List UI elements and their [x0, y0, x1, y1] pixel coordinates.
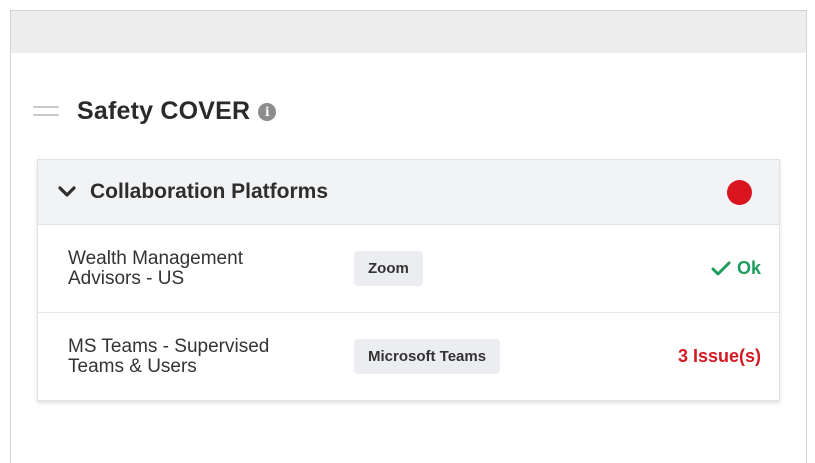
collaboration-platforms-card: Collaboration Platforms Wealth Managemen…: [37, 159, 780, 401]
status-indicator-dot: [727, 180, 752, 205]
section-header[interactable]: Collaboration Platforms: [38, 160, 779, 225]
table-row[interactable]: Wealth Management Advisors - US Zoom Ok: [38, 225, 779, 313]
widget-frame: Safety COVER i Collaboration Platforms W…: [10, 10, 807, 463]
platform-tag: Microsoft Teams: [354, 339, 501, 374]
status-ok: Ok: [711, 258, 761, 279]
info-icon[interactable]: i: [258, 103, 277, 121]
chevron-down-icon[interactable]: [58, 183, 76, 201]
section-title: Collaboration Platforms: [90, 180, 329, 203]
table-row[interactable]: MS Teams - Supervised Teams & Users Micr…: [38, 313, 779, 400]
status-issues-link[interactable]: 3 Issue(s): [678, 346, 761, 367]
widget-header: Safety COVER i: [33, 91, 277, 131]
check-icon: [711, 261, 731, 275]
row-name: MS Teams - Supervised Teams & Users: [68, 335, 270, 377]
drag-handle-icon[interactable]: [33, 104, 59, 118]
platform-tag: Zoom: [354, 251, 423, 286]
top-bar: [11, 11, 806, 53]
widget-title: Safety COVER: [77, 96, 251, 125]
row-name: Wealth Management Advisors - US: [68, 247, 243, 289]
